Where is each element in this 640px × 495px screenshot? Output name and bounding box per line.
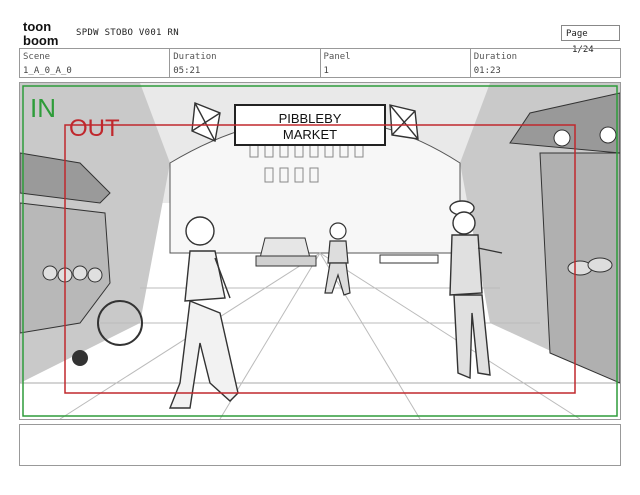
- logo-top-text: toon: [23, 19, 51, 34]
- fountain-base: [255, 255, 317, 267]
- sign-line1: PIBBLEBY: [279, 111, 342, 126]
- panel-label: Panel: [323, 52, 351, 62]
- toonboom-logo: toon boom: [23, 19, 58, 47]
- notes-area[interactable]: [19, 424, 621, 466]
- sign-line2: MARKET: [283, 127, 337, 142]
- panel-duration-label: Duration: [473, 52, 518, 62]
- scene-value: 1_A_0_A_0: [23, 66, 72, 76]
- document-title: SPDW STOBO V001 RN: [76, 28, 179, 38]
- scene-duration-value: 05:21: [173, 66, 201, 76]
- panel-value: 1: [323, 66, 329, 76]
- fountain-statue: [259, 237, 311, 259]
- logo-bottom-text: boom: [23, 33, 58, 47]
- lantern-left: [553, 129, 571, 147]
- page-indicator: Page 1/24: [561, 25, 620, 55]
- right-flag: [389, 104, 419, 140]
- far-bench: [379, 254, 439, 264]
- scene-label: Scene: [23, 52, 51, 62]
- panel-duration-value: 01:23: [473, 66, 501, 76]
- in-frame-label: IN: [30, 93, 56, 123]
- page-label: Page: [566, 29, 588, 39]
- out-frame-label: OUT: [69, 115, 120, 142]
- scene-duration-label: Duration: [173, 52, 217, 62]
- panel-duration-cell: Duration 01:23: [471, 49, 620, 77]
- lantern-right: [599, 126, 617, 144]
- storyboard-panel[interactable]: PIBBLEBY MARKET IN OUT: [19, 82, 621, 420]
- scene-duration-cell: Duration 05:21: [170, 49, 321, 77]
- scene-cell: Scene 1_A_0_A_0: [20, 49, 171, 77]
- panel-cell: Panel 1: [321, 49, 471, 77]
- metadata-bar: Scene 1_A_0_A_0 Duration 05:21 Panel 1 D…: [19, 48, 621, 78]
- cart-wheel-small: [72, 350, 88, 366]
